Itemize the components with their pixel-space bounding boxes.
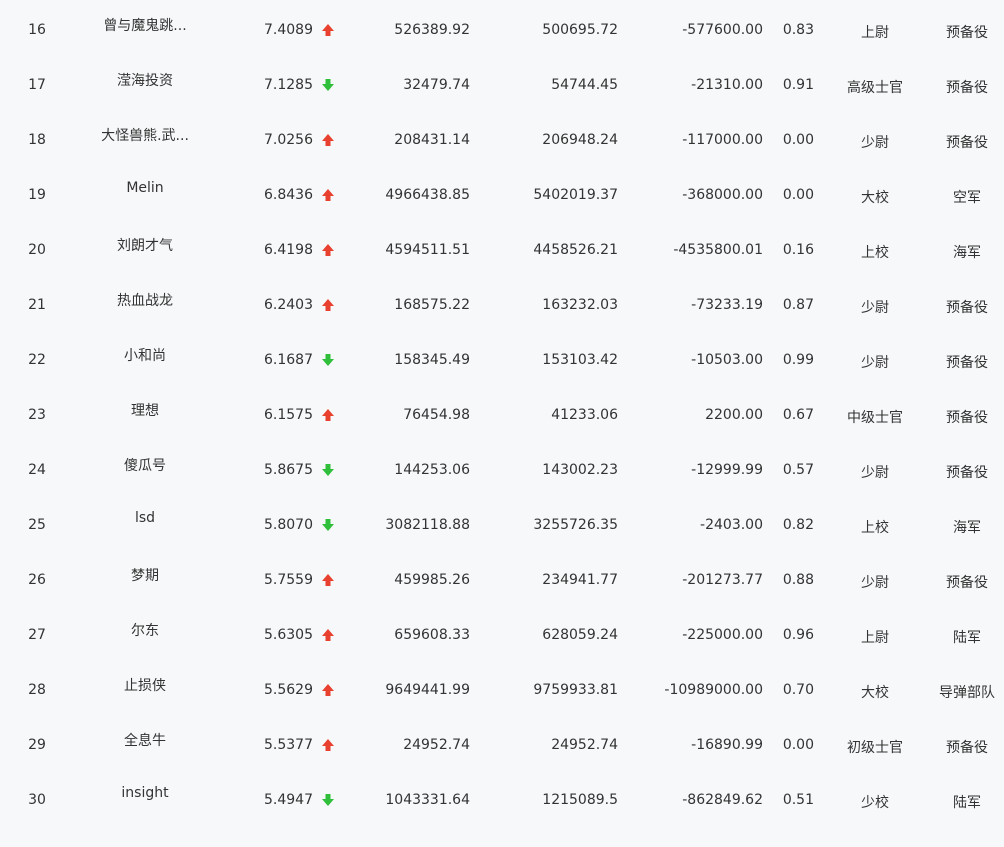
arrow-up-icon (321, 628, 335, 642)
arrow-up-icon (321, 23, 335, 37)
table-row[interactable]: 19 Melin 6.8436 4966438.85 5402019.37 -368000… (0, 165, 1004, 220)
table-row[interactable]: 23 理想 6.1575 76454.98 41233.06 2200.00 0.67 中级士… (0, 385, 1004, 440)
arrow-up-icon (321, 298, 335, 312)
arrow-down-icon (321, 793, 335, 807)
table-row[interactable]: 25 lsd 5.8070 3082118.88 3255726.35 -2403.00 0… (0, 495, 1004, 550)
table-row[interactable]: 26 梦期 5.7559 459985.26 234941.77 -201273.77 0.… (0, 550, 1004, 605)
rank-cell: 30 (28, 792, 46, 808)
branch: 陆军 (953, 795, 981, 811)
arrow-up-icon (321, 408, 335, 422)
table-row[interactable]: 22 小和尚 6.1687 158345.49 153103.42 -10503.00 0.… (0, 330, 1004, 385)
value-2: 1215089.5 (542, 792, 618, 808)
arrow-up-icon (321, 738, 335, 752)
table-row[interactable]: 28 止损侠 5.5629 9649441.99 9759933.81 -10989000… (0, 660, 1004, 715)
table-row[interactable]: 30 insight 5.4947 1043331.64 1215089.5 -86284… (0, 770, 1004, 825)
arrow-up-icon (321, 188, 335, 202)
ratio-value: 0.51 (782, 792, 814, 808)
table-row[interactable]: 21 热血战龙 6.2403 168575.22 163232.03 -73233.19 0… (0, 275, 1004, 330)
table-row[interactable]: 18 大怪兽熊.武... 7.0256 208431.14 206948.24 -1170… (0, 110, 1004, 165)
arrow-up-icon (321, 133, 335, 147)
arrow-up-icon (321, 683, 335, 697)
arrow-up-icon (321, 243, 335, 257)
user-name[interactable]: insight (90, 785, 200, 840)
table-row[interactable]: 16 曾与魔鬼跳... 7.4089 526389.92 500695.72 -57760… (0, 0, 1004, 55)
military-rank: 少校 (861, 795, 889, 811)
arrow-down-icon (321, 78, 335, 92)
arrow-down-icon (321, 518, 335, 532)
arrow-up-icon (321, 573, 335, 587)
ranking-table: 16 曾与魔鬼跳... 7.4089 526389.92 500695.72 -57760… (0, 0, 1004, 825)
table-row[interactable]: 20 刘朗才气 6.4198 4594511.51 4458526.21 -4535800… (0, 220, 1004, 275)
arrow-down-icon (321, 353, 335, 367)
score-value: 5.4947 (264, 792, 313, 808)
table-row[interactable]: 27 尔东 5.6305 659608.33 628059.24 -225000.00 0.… (0, 605, 1004, 660)
value-3: -862849.62 (682, 792, 763, 808)
table-row[interactable]: 29 全息牛 5.5377 24952.74 24952.74 -16890.99 0.00… (0, 715, 1004, 770)
arrow-down-icon (321, 463, 335, 477)
table-row[interactable]: 24 傻瓜号 5.8675 144253.06 143002.23 -12999.99 0.… (0, 440, 1004, 495)
value-1: 1043331.64 (385, 792, 470, 808)
table-row[interactable]: 17 滢海投资 7.1285 32479.74 54744.45 -21310.00 0.9… (0, 55, 1004, 110)
